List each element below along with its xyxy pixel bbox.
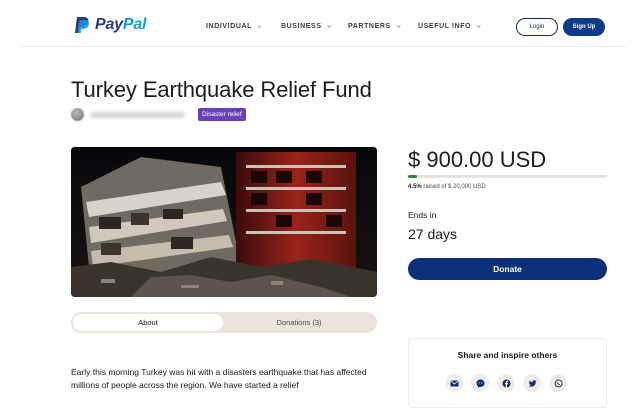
nav-partners[interactable]: PARTNERS bbox=[348, 23, 401, 30]
campaign-photo bbox=[71, 147, 377, 297]
paypal-logo[interactable]: PayPal bbox=[74, 15, 147, 35]
email-icon[interactable] bbox=[445, 374, 463, 392]
funding-progress-bar bbox=[408, 175, 607, 178]
raised-summary: 4.5% raised of $ 20,000 USD bbox=[408, 184, 486, 190]
donate-button[interactable]: Donate bbox=[408, 258, 607, 280]
brand-pal-text: Pal bbox=[122, 16, 147, 33]
tab-about[interactable]: About bbox=[73, 314, 223, 331]
organizer-name-blurred bbox=[90, 111, 185, 118]
login-button[interactable]: Login bbox=[516, 18, 558, 36]
chevron-down-icon bbox=[396, 25, 401, 28]
twitter-icon[interactable] bbox=[523, 374, 541, 392]
facebook-icon[interactable] bbox=[497, 374, 515, 392]
raised-amount: $ 900.00 USD bbox=[408, 147, 547, 172]
signup-button[interactable]: Sign Up bbox=[563, 18, 605, 36]
chevron-down-icon bbox=[257, 25, 262, 28]
nav-label: PARTNERS bbox=[348, 23, 391, 30]
campaign-description: Early this morning Turkey was hit with a… bbox=[71, 367, 367, 390]
category-badge[interactable]: Disaster relief bbox=[198, 108, 246, 121]
nav-label: USEFUL INFO bbox=[418, 23, 472, 30]
chevron-down-icon bbox=[476, 25, 481, 28]
brand-pay-text: Pay bbox=[95, 16, 123, 33]
ends-in-value: 27 days bbox=[408, 226, 458, 242]
chevron-down-icon bbox=[326, 25, 332, 28]
funding-progress-fill bbox=[408, 175, 417, 178]
nav-label: INDIVIDUAL bbox=[206, 23, 253, 30]
messenger-icon[interactable] bbox=[471, 374, 489, 392]
whatsapp-icon[interactable] bbox=[549, 374, 567, 392]
site-header: PayPal INDIVIDUAL BUSINESS PARTNERS USEF… bbox=[20, 0, 626, 47]
nav-label: BUSINESS bbox=[281, 23, 322, 30]
raised-goal-text: raised of $ 20,000 USD bbox=[423, 184, 486, 190]
page-title: Turkey Earthquake Relief Fund bbox=[71, 77, 372, 102]
nav-business[interactable]: BUSINESS bbox=[281, 23, 332, 30]
organizer-row: Disaster relief bbox=[71, 108, 246, 121]
share-icons bbox=[445, 374, 567, 392]
raised-percent: 4.5% bbox=[408, 184, 422, 190]
ends-in-label: Ends in bbox=[408, 210, 437, 220]
share-title: Share and inspire others bbox=[457, 350, 558, 360]
paypal-mark-icon bbox=[74, 16, 90, 34]
share-card: Share and inspire others bbox=[408, 338, 607, 408]
nav-useful-info[interactable]: USEFUL INFO bbox=[418, 23, 481, 30]
nav-individual[interactable]: INDIVIDUAL bbox=[206, 23, 262, 30]
content-tabs: About Donations (3) bbox=[71, 312, 377, 333]
tab-donations[interactable]: Donations (3) bbox=[223, 314, 375, 331]
avatar[interactable] bbox=[71, 108, 84, 121]
